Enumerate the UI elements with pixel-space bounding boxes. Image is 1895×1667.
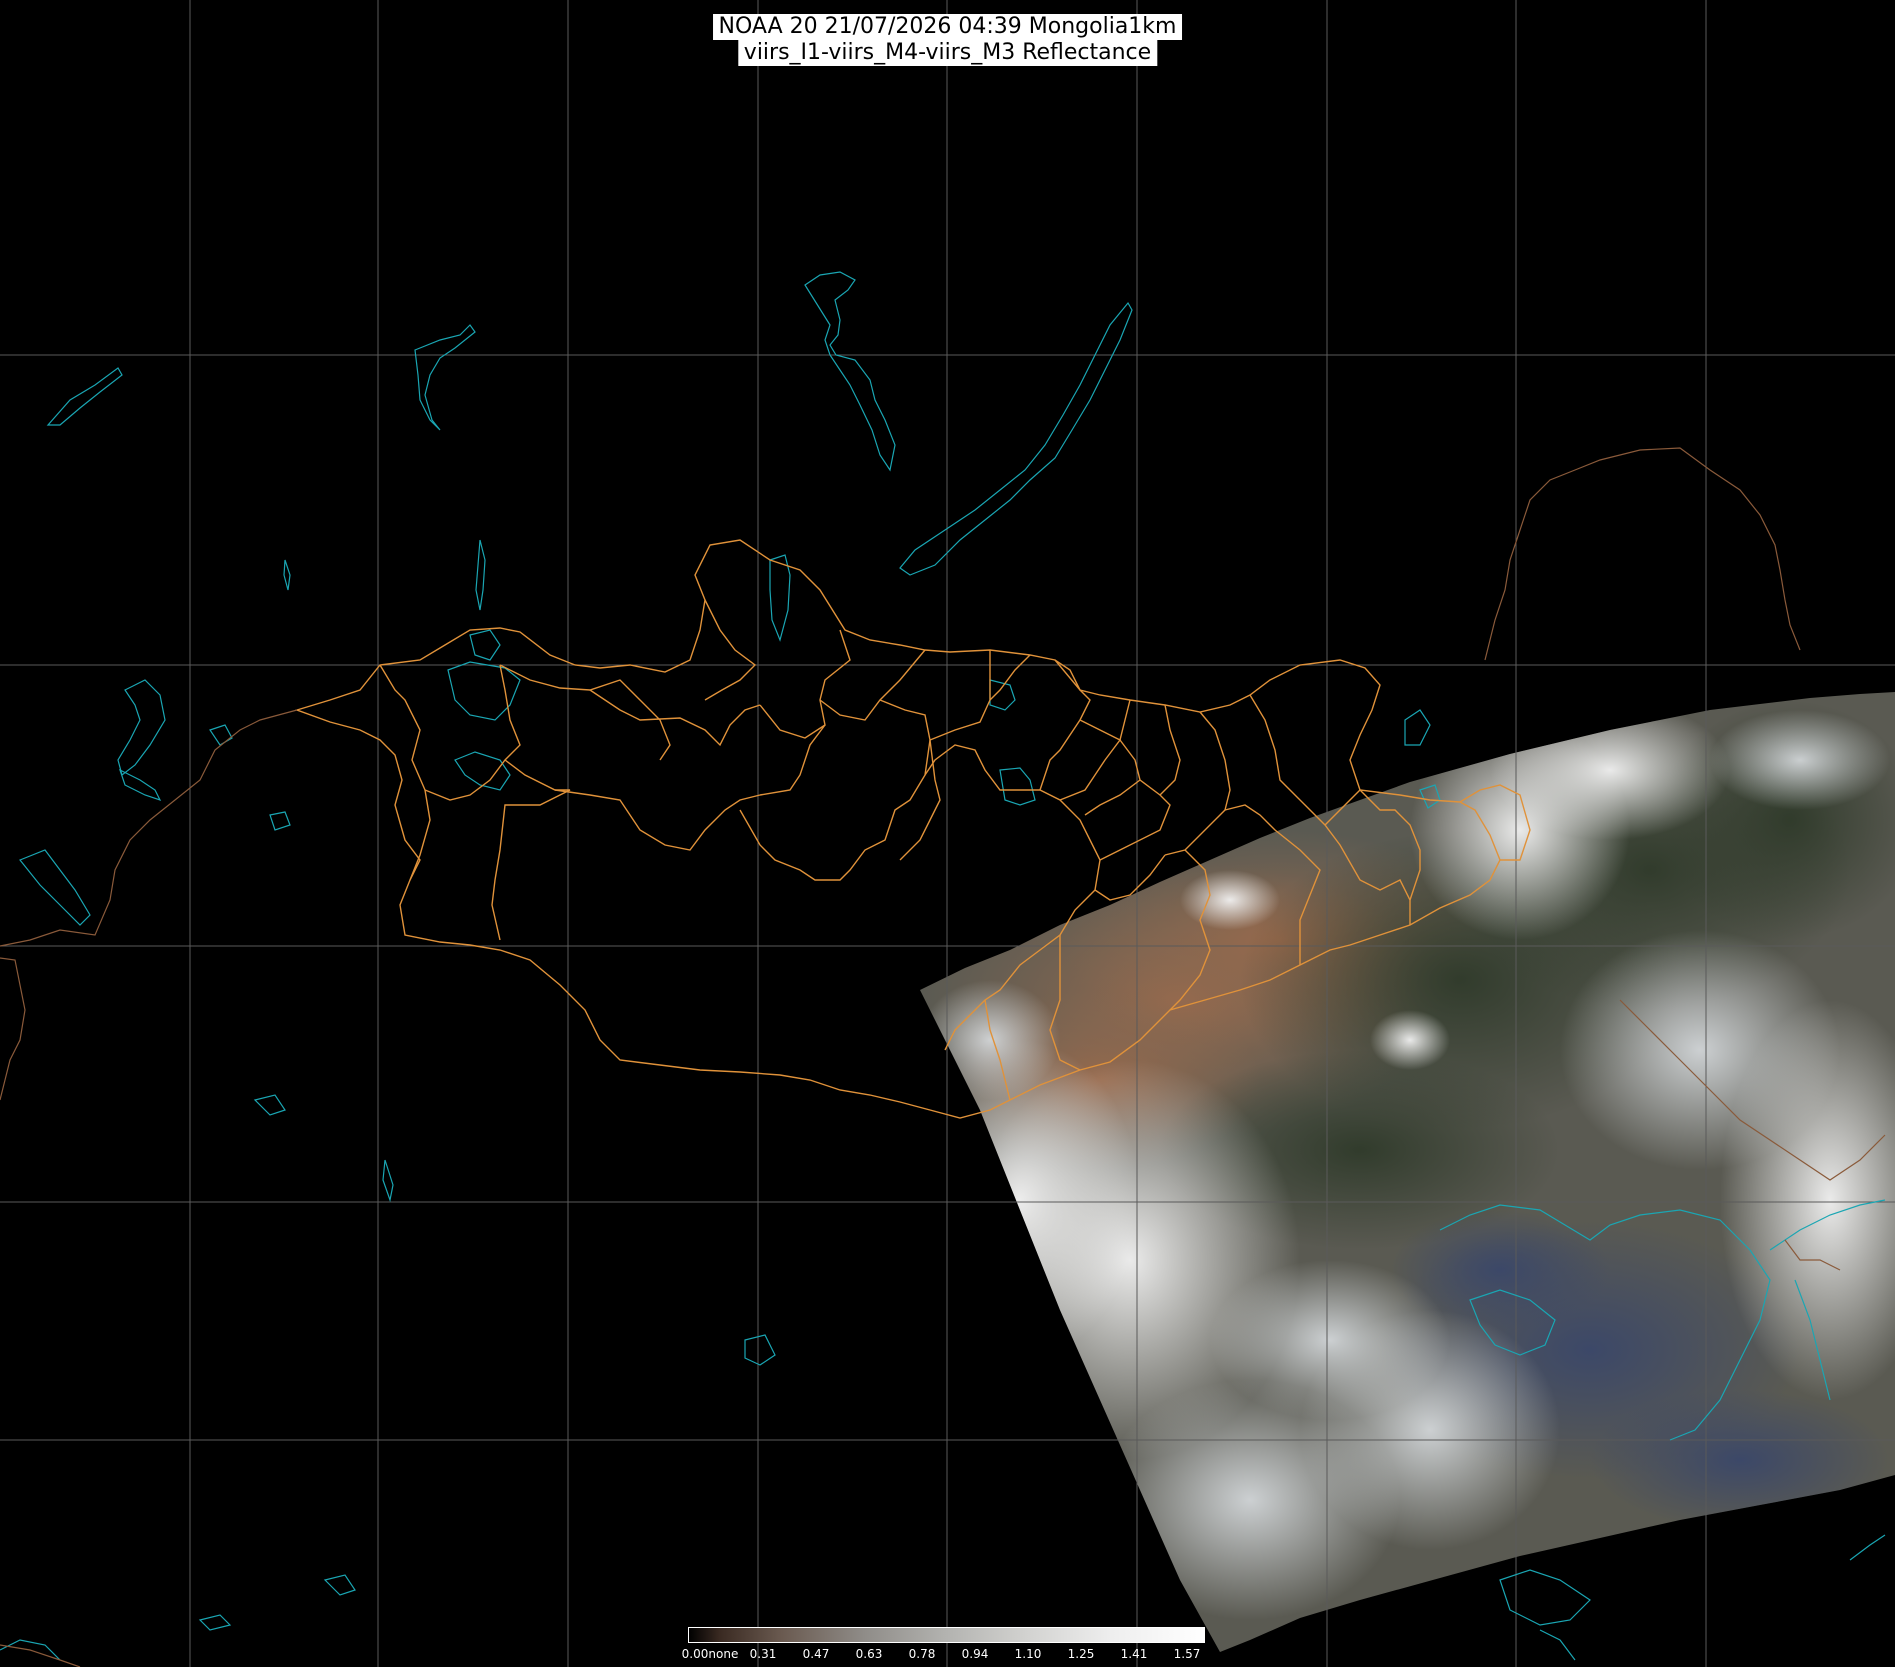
colorbar-tick-label: 0.94 bbox=[961, 1647, 989, 1661]
satellite-swath bbox=[920, 692, 1895, 1652]
colorbar-ramp bbox=[688, 1627, 1205, 1643]
colorbar-tick-label: 0.78 bbox=[908, 1647, 936, 1661]
colorbar-labels: 0.00none 0.31 0.47 0.63 0.78 0.94 1.10 1.25 1.41… bbox=[682, 1647, 1205, 1663]
colorbar-tick-label: 1.25 bbox=[1067, 1647, 1095, 1661]
satellite-map bbox=[0, 0, 1895, 1667]
colorbar-tick-label: 0.31 bbox=[749, 1647, 777, 1661]
colorbar-tick-label: 1.41 bbox=[1120, 1647, 1148, 1661]
colorbar-tick-label: 0.47 bbox=[802, 1647, 830, 1661]
colorbar: 0.00none 0.31 0.47 0.63 0.78 0.94 1.10 1.25 1.41… bbox=[682, 1627, 1205, 1663]
colorbar-tick-label: 1.10 bbox=[1014, 1647, 1042, 1661]
title-line-2: viirs_I1-viirs_M4-viirs_M3 Reflectance bbox=[737, 40, 1158, 66]
title-line-1: NOAA 20 21/07/2026 04:39 Mongolia1km bbox=[712, 14, 1183, 40]
colorbar-tick-label: 1.57 bbox=[1173, 1647, 1201, 1661]
colorbar-tick-label: 0.63 bbox=[855, 1647, 883, 1661]
colorbar-tick-label: 0.00none bbox=[681, 1647, 739, 1661]
